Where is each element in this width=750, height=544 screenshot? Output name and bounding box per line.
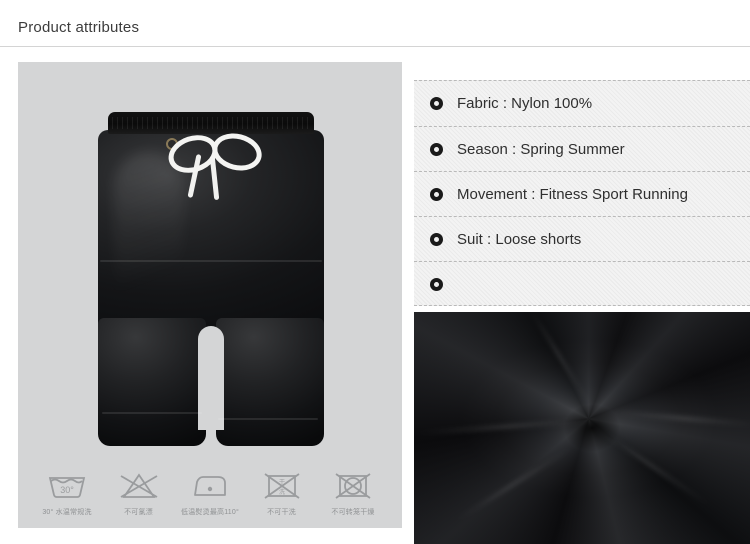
do-not-dryclean-icon: 干 洗 [263, 473, 300, 499]
bullet-icon [430, 187, 443, 201]
attribute-row-empty [414, 261, 750, 306]
care-item-tumble-dry: 不可转笼干燥 [320, 470, 386, 517]
care-instructions-strip: 30° 30° 水温常规洗 不可氯漂 低温熨烫最高110° 干 洗 不可干洗 不… [18, 460, 402, 528]
product-photo[interactable] [18, 62, 402, 460]
care-item-iron: 低温熨烫最高110° [177, 470, 243, 517]
do-not-bleach-icon [120, 473, 157, 498]
header-divider [0, 46, 750, 47]
shorts-seam-hem-left [102, 412, 202, 414]
attribute-row-fabric: Fabric : Nylon 100% [414, 81, 750, 126]
care-label-wash: 30° 水温常规洗 [42, 509, 92, 516]
care-item-wash: 30° 30° 水温常规洗 [34, 470, 100, 517]
attribute-row-movement: Movement : Fitness Sport Running [414, 171, 750, 216]
svg-text:30°: 30° [60, 485, 74, 495]
shorts-seam-hem-right [218, 418, 318, 420]
bow-loop-right [208, 128, 266, 176]
care-item-dryclean: 干 洗 不可干洗 [249, 470, 315, 517]
fabric-closeup-image[interactable] [414, 312, 750, 544]
care-label-bleach: 不可氯漂 [124, 509, 153, 516]
low-iron-110-icon [194, 476, 226, 496]
svg-text:洗: 洗 [278, 488, 284, 496]
attribute-label-season: Season : Spring Summer [457, 140, 625, 158]
page-title: Product attributes [18, 19, 140, 36]
bullet-icon [430, 277, 443, 291]
attribute-row-suit: Suit : Loose shorts [414, 216, 750, 261]
do-not-tumble-dry-icon [335, 473, 371, 499]
shorts-leg-right [216, 318, 324, 446]
attribute-label-fabric: Fabric : Nylon 100% [457, 95, 593, 112]
page-header: Product attributes [0, 0, 750, 47]
wash-30-icon: 30° [48, 477, 86, 498]
bullet-icon [430, 232, 443, 246]
attributes-panel: Fabric : Nylon 100% Season : Spring Summ… [414, 80, 750, 306]
bullet-icon [430, 97, 443, 110]
product-photo-panel[interactable]: 30° 30° 水温常规洗 不可氯漂 低温熨烫最高110° 干 洗 不可干洗 不… [18, 62, 402, 528]
svg-text:干: 干 [278, 479, 284, 486]
care-label-tumble-dry: 不可转笼干燥 [331, 509, 375, 516]
fabric-swirl-center [564, 404, 620, 452]
care-item-bleach: 不可氯漂 [106, 470, 172, 517]
shorts-gusset [198, 326, 224, 430]
drawstring-bow [163, 128, 266, 206]
shorts-leg-left [98, 318, 206, 446]
attribute-row-season: Season : Spring Summer [414, 126, 750, 171]
attribute-label-movement: Movement : Fitness Sport Running [457, 185, 688, 203]
bullet-icon [430, 142, 443, 156]
attribute-label-suit: Suit : Loose shorts [457, 230, 582, 248]
care-label-iron: 低温熨烫最高110° [181, 509, 239, 516]
shorts-graphic [84, 112, 338, 448]
care-label-dryclean: 不可干洗 [267, 509, 296, 516]
